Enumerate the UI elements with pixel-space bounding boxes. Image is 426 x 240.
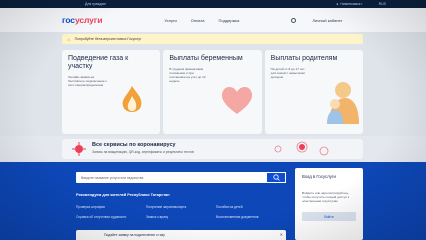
link-criminal-record[interactable]: Справка об отсутствии судимости	[76, 215, 146, 219]
main-nav: Услуги Оплата Поддержка	[164, 18, 239, 23]
search-icon[interactable]	[291, 17, 297, 23]
heart-icon	[222, 86, 253, 114]
covid-banner[interactable]: Все сервисы по коронавирусу Запись на ва…	[62, 139, 363, 159]
link-fines[interactable]: Проверка штрафов	[76, 205, 146, 209]
virus-decor-icon	[274, 141, 329, 156]
warning-icon: ⚠	[67, 36, 71, 42]
beta-notice[interactable]: ⚠ Попробуйте бета-версию новых Госуслуг	[62, 34, 363, 44]
site-header: госуслуги Услуги Оплата Поддержка Личный…	[0, 8, 426, 32]
audience-selector[interactable]: Для граждан	[85, 2, 106, 6]
login-title: Вход в Госуслуги	[302, 174, 336, 179]
nav-item-payment[interactable]: Оплата	[191, 18, 205, 23]
card-title: Подведение газа к участку	[68, 55, 129, 70]
language-selector[interactable]: RUS	[379, 2, 386, 6]
covid-desc: Запись на вакцинацию, QR-код, сертификат…	[92, 150, 194, 154]
link-documents[interactable]: Восстановление документов	[216, 215, 286, 219]
link-child-benefits[interactable]: Пособия на детей	[216, 205, 286, 209]
login-desc: Войдите или зарегистрируйтесь, чтобы пол…	[302, 191, 350, 203]
recommended-links: Проверка штрафов Получение загранпаспорт…	[76, 205, 286, 219]
close-icon[interactable]: ✕	[280, 232, 283, 237]
card-desc: Онлайн-заявка на бесплатное подключение …	[68, 75, 107, 87]
gas-flame-icon	[122, 86, 142, 112]
card-desc: На детей от 8 до 17 лет для семей с невы…	[270, 67, 305, 79]
virus-icon	[72, 142, 86, 156]
login-button[interactable]: Войти	[302, 212, 356, 221]
login-panel: Вход в Госуслуги Войдите или зарегистрир…	[295, 168, 363, 240]
gosuslugi-logo[interactable]: госуслуги	[62, 15, 102, 25]
top-bar: Для граждан ● Нижнекамск г RUS	[0, 0, 426, 8]
covid-title: Все сервисы по коронавирусу	[92, 142, 176, 148]
link-doctor[interactable]: Запись к врачу	[146, 215, 216, 219]
card-pregnancy-payments[interactable]: Выплаты беременным В трудном финансовом …	[163, 50, 262, 134]
nav-item-services[interactable]: Услуги	[164, 18, 176, 23]
gas-promo-banner[interactable]: Подайте заявку на подключение к газу ✕	[76, 230, 286, 240]
search-button[interactable]	[266, 172, 286, 183]
card-parent-payments[interactable]: Выплаты родителям На детей от 8 до 17 ле…	[264, 50, 363, 134]
search-icon	[272, 174, 280, 181]
recommend-title: Рекомендуем для жителей Республики Татар…	[76, 193, 170, 197]
gas-promo-text: Подайте заявку на подключение к газу	[104, 233, 165, 237]
personal-cabinet-link[interactable]: Личный кабинет	[312, 18, 342, 23]
service-search-input[interactable]: Введите название услуги или ведомства	[76, 172, 286, 183]
link-passport[interactable]: Получение загранпаспорта	[146, 205, 216, 209]
search-placeholder: Введите название услуги или ведомства	[81, 175, 144, 180]
nav-item-support[interactable]: Поддержка	[218, 18, 239, 23]
card-title: Выплаты родителям	[270, 55, 338, 62]
location-label: Нижнекамск г	[340, 2, 363, 6]
promo-cards: Подведение газа к участку Онлайн-заявка …	[62, 50, 363, 134]
family-illustration-icon	[326, 82, 359, 124]
card-desc: В трудном финансовом положении и при пос…	[169, 67, 206, 83]
location-selector[interactable]: ● Нижнекамск г	[336, 2, 362, 6]
location-pin-icon: ●	[336, 2, 339, 6]
beta-notice-text: Попробуйте бета-версию новых Госуслуг	[74, 37, 142, 41]
card-title: Выплаты беременным	[169, 55, 243, 62]
card-gas-connection[interactable]: Подведение газа к участку Онлайн-заявка …	[62, 50, 161, 134]
covid-section: Все сервисы по коронавирусу Запись на ва…	[0, 136, 426, 162]
